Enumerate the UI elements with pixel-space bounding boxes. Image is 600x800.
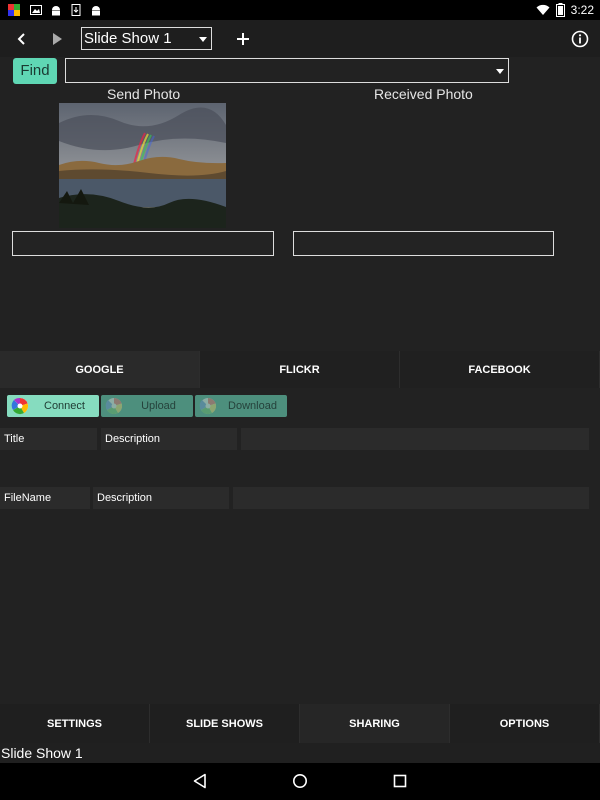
plus-icon	[237, 33, 249, 45]
connect-button-label: Connect	[44, 400, 85, 412]
send-photo-label: Send Photo	[107, 86, 181, 102]
download-header-description: Description	[93, 487, 229, 509]
bottom-tab-bar: SETTINGS SLIDE SHOWS SHARING OPTIONS	[0, 704, 600, 743]
tab-facebook[interactable]: FACEBOOK	[400, 351, 600, 388]
picasa-icon	[11, 397, 29, 415]
tab-google[interactable]: GOOGLE	[0, 351, 200, 388]
play-button[interactable]	[46, 28, 68, 50]
tab-settings[interactable]: SETTINGS	[0, 704, 150, 743]
download-icon	[71, 4, 81, 16]
info-icon	[571, 30, 589, 48]
download-header-filename: FileName	[0, 487, 90, 509]
tab-slide-shows[interactable]: SLIDE SHOWS	[150, 704, 300, 743]
back-icon[interactable]	[192, 773, 208, 789]
tab-sharing[interactable]: SHARING	[300, 704, 450, 743]
status-line: Slide Show 1	[0, 743, 600, 763]
find-button[interactable]: Find	[13, 58, 57, 84]
add-slideshow-button[interactable]	[232, 28, 254, 50]
slideshow-select-value: Slide Show 1	[84, 30, 172, 47]
send-photo-image[interactable]	[59, 103, 226, 228]
chevron-left-icon	[17, 33, 25, 45]
service-tab-bar: GOOGLE FLICKR FACEBOOK	[0, 351, 600, 388]
tab-flickr[interactable]: FLICKR	[200, 351, 400, 388]
upload-header-description: Description	[101, 428, 237, 450]
received-photo-label: Received Photo	[374, 86, 473, 102]
wifi-icon	[536, 4, 550, 15]
slideshow-select[interactable]: Slide Show 1	[81, 27, 212, 50]
clock: 3:22	[570, 3, 594, 17]
upload-button-label: Upload	[141, 400, 176, 412]
connect-button[interactable]: Connect	[7, 395, 99, 417]
system-nav-bar	[0, 763, 600, 800]
upload-header-extra	[241, 428, 589, 450]
app-icon	[8, 4, 20, 16]
battery-icon	[555, 3, 565, 17]
toolbar: Slide Show 1	[0, 20, 600, 57]
android-icon	[92, 6, 100, 16]
picasa-icon	[199, 398, 217, 415]
picasa-icon	[105, 398, 123, 415]
send-caption-field[interactable]	[12, 231, 274, 256]
download-button[interactable]: Download	[195, 395, 287, 417]
play-icon	[53, 33, 62, 45]
status-right: 3:22	[536, 2, 594, 18]
upload-header-title: Title	[0, 428, 97, 450]
dropdown-arrow-icon	[199, 37, 207, 42]
recents-icon[interactable]	[392, 773, 408, 789]
dropdown-arrow-icon	[496, 69, 504, 74]
android-icon	[52, 6, 60, 16]
find-input[interactable]	[65, 58, 509, 83]
status-bar: 3:22	[0, 0, 600, 20]
download-button-label: Download	[228, 400, 277, 412]
image-icon	[30, 5, 42, 15]
tab-options[interactable]: OPTIONS	[450, 704, 600, 743]
home-icon[interactable]	[292, 773, 308, 789]
info-button[interactable]	[569, 28, 591, 50]
download-header-extra	[233, 487, 589, 509]
previous-button[interactable]	[11, 28, 33, 50]
upload-button[interactable]: Upload	[101, 395, 193, 417]
received-caption-field[interactable]	[293, 231, 554, 256]
